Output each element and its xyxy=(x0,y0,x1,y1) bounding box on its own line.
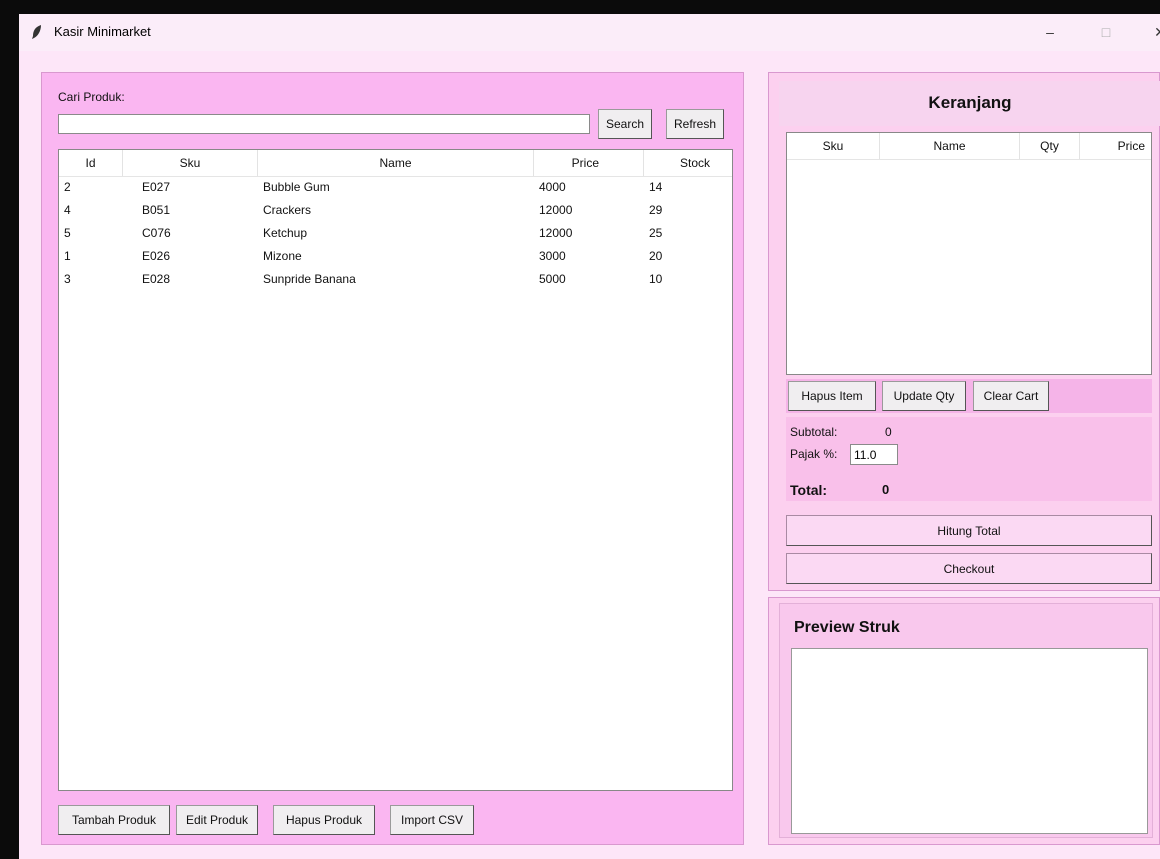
cell-stock: 29 xyxy=(649,203,663,217)
cell-price: 4000 xyxy=(539,180,566,194)
desktop-background xyxy=(0,0,1160,14)
table-row[interactable]: 1 E026 Mizone 3000 20 xyxy=(59,245,732,268)
cell-id: 1 xyxy=(64,249,71,263)
subtotal-label: Subtotal: xyxy=(790,425,838,439)
cell-id: 5 xyxy=(64,226,71,240)
cell-name: Bubble Gum xyxy=(263,180,330,194)
cell-price: 12000 xyxy=(539,203,573,217)
cell-stock: 25 xyxy=(649,226,663,240)
cell-id: 2 xyxy=(64,180,71,194)
column-header-name[interactable]: Name xyxy=(880,133,1020,159)
column-header-id[interactable]: Id xyxy=(59,150,123,176)
refresh-button[interactable]: Refresh xyxy=(666,109,724,139)
cell-sku: E028 xyxy=(142,272,171,286)
subtotal-value: 0 xyxy=(885,425,892,439)
app-window: Kasir Minimarket – □ ✕ Cari Produk: Sear… xyxy=(19,14,1160,859)
maximize-button[interactable]: □ xyxy=(1086,20,1126,44)
compute-total-button[interactable]: Hitung Total xyxy=(786,515,1152,546)
window-title: Kasir Minimarket xyxy=(54,24,151,39)
cell-price: 12000 xyxy=(539,226,573,240)
column-header-stock[interactable]: Stock xyxy=(644,150,732,176)
update-qty-button[interactable]: Update Qty xyxy=(882,381,966,411)
cart-title: Keranjang xyxy=(928,93,1012,112)
column-header-price[interactable]: Price xyxy=(1080,133,1151,159)
total-label: Total: xyxy=(790,482,828,498)
clear-cart-button[interactable]: Clear Cart xyxy=(973,381,1049,411)
receipt-preview-text[interactable] xyxy=(791,648,1148,834)
cell-price: 5000 xyxy=(539,272,566,286)
cell-stock: 14 xyxy=(649,180,663,194)
product-table[interactable]: Id Sku Name Price Stock 2 E027 Bubble Gu… xyxy=(58,149,733,791)
cell-sku: E026 xyxy=(142,249,171,263)
product-table-header: Id Sku Name Price Stock xyxy=(59,150,732,177)
cell-sku: B051 xyxy=(142,203,171,217)
cell-name: Ketchup xyxy=(263,226,308,240)
add-product-button[interactable]: Tambah Produk xyxy=(58,805,170,835)
remove-item-button[interactable]: Hapus Item xyxy=(788,381,876,411)
product-button-bar: Tambah Produk Edit Produk Hapus Produk I… xyxy=(58,797,733,837)
search-input[interactable] xyxy=(58,114,590,134)
cell-sku: E027 xyxy=(142,180,171,194)
search-button[interactable]: Search xyxy=(598,109,652,139)
cell-stock: 20 xyxy=(649,249,663,263)
receipt-preview-title: Preview Struk xyxy=(794,619,900,636)
cell-name: Mizone xyxy=(263,249,302,263)
cell-name: Sunpride Banana xyxy=(263,272,356,286)
edit-product-button[interactable]: Edit Produk xyxy=(176,805,258,835)
minimize-button[interactable]: – xyxy=(1030,20,1070,44)
cell-id: 3 xyxy=(64,272,71,286)
table-row[interactable]: 2 E027 Bubble Gum 4000 14 xyxy=(59,176,732,199)
column-header-price[interactable]: Price xyxy=(534,150,644,176)
cell-name: Crackers xyxy=(263,203,312,217)
cart-panel: Keranjang Sku Name Qty Price Hapus Item … xyxy=(768,72,1160,591)
cart-header: Keranjang xyxy=(779,81,1160,126)
close-button[interactable]: ✕ xyxy=(1140,20,1160,44)
column-header-sku[interactable]: Sku xyxy=(787,133,880,159)
cart-action-bar: Hapus Item Update Qty Clear Cart xyxy=(786,379,1152,413)
table-row[interactable]: 4 B051 Crackers 12000 29 xyxy=(59,199,732,222)
receipt-preview-panel: Preview Struk xyxy=(768,597,1160,845)
product-panel: Cari Produk: Search Refresh Id Sku Name … xyxy=(41,72,744,845)
cell-sku: C076 xyxy=(142,226,171,240)
checkout-button[interactable]: Checkout xyxy=(786,553,1152,584)
table-row[interactable]: 5 C076 Ketchup 12000 25 xyxy=(59,222,732,245)
import-csv-button[interactable]: Import CSV xyxy=(390,805,474,835)
cell-id: 4 xyxy=(64,203,71,217)
tax-label: Pajak %: xyxy=(790,447,838,461)
cart-table[interactable]: Sku Name Qty Price xyxy=(786,132,1152,375)
cell-price: 3000 xyxy=(539,249,566,263)
column-header-name[interactable]: Name xyxy=(258,150,534,176)
search-label: Cari Produk: xyxy=(58,90,125,104)
cell-stock: 10 xyxy=(649,272,663,286)
feather-icon xyxy=(32,25,41,39)
table-row[interactable]: 3 E028 Sunpride Banana 5000 10 xyxy=(59,268,732,291)
tax-input[interactable] xyxy=(850,444,898,465)
column-header-sku[interactable]: Sku xyxy=(123,150,258,176)
total-value: 0 xyxy=(882,482,890,497)
delete-product-button[interactable]: Hapus Produk xyxy=(273,805,375,835)
cart-table-header: Sku Name Qty Price xyxy=(787,133,1151,160)
title-bar[interactable]: Kasir Minimarket – □ ✕ xyxy=(19,14,1160,51)
totals-box: Subtotal: 0 Pajak %: Total: 0 xyxy=(786,417,1152,501)
receipt-preview-frame: Preview Struk xyxy=(779,603,1153,838)
column-header-qty[interactable]: Qty xyxy=(1020,133,1080,159)
